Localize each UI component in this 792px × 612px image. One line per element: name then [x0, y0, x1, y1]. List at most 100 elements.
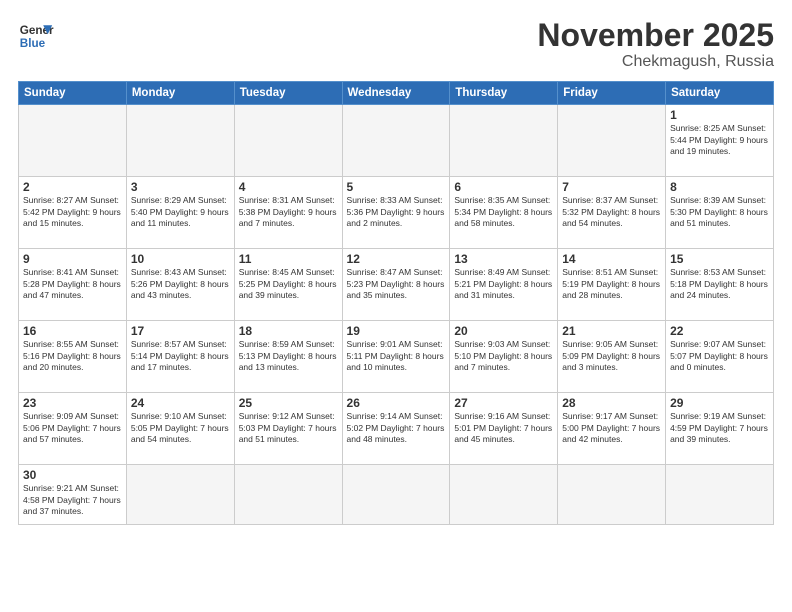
- calendar-row: 9Sunrise: 8:41 AM Sunset: 5:28 PM Daylig…: [19, 249, 774, 321]
- day-number: 3: [131, 180, 230, 194]
- day-number: 12: [347, 252, 446, 266]
- day-number: 25: [239, 396, 338, 410]
- table-row: 14Sunrise: 8:51 AM Sunset: 5:19 PM Dayli…: [558, 249, 666, 321]
- day-number: 1: [670, 108, 769, 122]
- calendar-row: 16Sunrise: 8:55 AM Sunset: 5:16 PM Dayli…: [19, 321, 774, 393]
- calendar: Sunday Monday Tuesday Wednesday Thursday…: [18, 81, 774, 525]
- header: General Blue November 2025 Chekmagush, R…: [18, 18, 774, 71]
- table-row: 16Sunrise: 8:55 AM Sunset: 5:16 PM Dayli…: [19, 321, 127, 393]
- day-info: Sunrise: 8:43 AM Sunset: 5:26 PM Dayligh…: [131, 267, 230, 301]
- location-title: Chekmagush, Russia: [537, 53, 774, 71]
- table-row: [450, 105, 558, 177]
- table-row: 8Sunrise: 8:39 AM Sunset: 5:30 PM Daylig…: [666, 177, 774, 249]
- table-row: 18Sunrise: 8:59 AM Sunset: 5:13 PM Dayli…: [234, 321, 342, 393]
- day-number: 23: [23, 396, 122, 410]
- day-number: 20: [454, 324, 553, 338]
- table-row: 9Sunrise: 8:41 AM Sunset: 5:28 PM Daylig…: [19, 249, 127, 321]
- table-row: 20Sunrise: 9:03 AM Sunset: 5:10 PM Dayli…: [450, 321, 558, 393]
- page: General Blue November 2025 Chekmagush, R…: [0, 0, 792, 612]
- day-number: 5: [347, 180, 446, 194]
- day-info: Sunrise: 9:19 AM Sunset: 4:59 PM Dayligh…: [670, 411, 769, 445]
- header-wednesday: Wednesday: [342, 82, 450, 105]
- table-row: 1Sunrise: 8:25 AM Sunset: 5:44 PM Daylig…: [666, 105, 774, 177]
- table-row: 5Sunrise: 8:33 AM Sunset: 5:36 PM Daylig…: [342, 177, 450, 249]
- day-info: Sunrise: 8:45 AM Sunset: 5:25 PM Dayligh…: [239, 267, 338, 301]
- table-row: 7Sunrise: 8:37 AM Sunset: 5:32 PM Daylig…: [558, 177, 666, 249]
- calendar-row: 1Sunrise: 8:25 AM Sunset: 5:44 PM Daylig…: [19, 105, 774, 177]
- table-row: 4Sunrise: 8:31 AM Sunset: 5:38 PM Daylig…: [234, 177, 342, 249]
- table-row: 28Sunrise: 9:17 AM Sunset: 5:00 PM Dayli…: [558, 393, 666, 465]
- day-number: 13: [454, 252, 553, 266]
- header-friday: Friday: [558, 82, 666, 105]
- day-info: Sunrise: 8:55 AM Sunset: 5:16 PM Dayligh…: [23, 339, 122, 373]
- day-info: Sunrise: 8:37 AM Sunset: 5:32 PM Dayligh…: [562, 195, 661, 229]
- header-monday: Monday: [126, 82, 234, 105]
- table-row: [342, 465, 450, 525]
- day-number: 7: [562, 180, 661, 194]
- table-row: [234, 105, 342, 177]
- table-row: 26Sunrise: 9:14 AM Sunset: 5:02 PM Dayli…: [342, 393, 450, 465]
- table-row: 25Sunrise: 9:12 AM Sunset: 5:03 PM Dayli…: [234, 393, 342, 465]
- table-row: [558, 465, 666, 525]
- day-number: 18: [239, 324, 338, 338]
- table-row: 2Sunrise: 8:27 AM Sunset: 5:42 PM Daylig…: [19, 177, 127, 249]
- table-row: [450, 465, 558, 525]
- day-info: Sunrise: 8:39 AM Sunset: 5:30 PM Dayligh…: [670, 195, 769, 229]
- day-number: 8: [670, 180, 769, 194]
- day-info: Sunrise: 8:33 AM Sunset: 5:36 PM Dayligh…: [347, 195, 446, 229]
- table-row: 21Sunrise: 9:05 AM Sunset: 5:09 PM Dayli…: [558, 321, 666, 393]
- day-info: Sunrise: 8:27 AM Sunset: 5:42 PM Dayligh…: [23, 195, 122, 229]
- table-row: [558, 105, 666, 177]
- day-number: 10: [131, 252, 230, 266]
- day-info: Sunrise: 8:49 AM Sunset: 5:21 PM Dayligh…: [454, 267, 553, 301]
- table-row: 13Sunrise: 8:49 AM Sunset: 5:21 PM Dayli…: [450, 249, 558, 321]
- day-number: 17: [131, 324, 230, 338]
- day-number: 11: [239, 252, 338, 266]
- day-info: Sunrise: 8:41 AM Sunset: 5:28 PM Dayligh…: [23, 267, 122, 301]
- table-row: [126, 105, 234, 177]
- day-info: Sunrise: 9:16 AM Sunset: 5:01 PM Dayligh…: [454, 411, 553, 445]
- svg-text:Blue: Blue: [20, 37, 46, 50]
- day-info: Sunrise: 8:35 AM Sunset: 5:34 PM Dayligh…: [454, 195, 553, 229]
- day-info: Sunrise: 9:05 AM Sunset: 5:09 PM Dayligh…: [562, 339, 661, 373]
- table-row: [234, 465, 342, 525]
- table-row: 30Sunrise: 9:21 AM Sunset: 4:58 PM Dayli…: [19, 465, 127, 525]
- calendar-row: 2Sunrise: 8:27 AM Sunset: 5:42 PM Daylig…: [19, 177, 774, 249]
- table-row: 11Sunrise: 8:45 AM Sunset: 5:25 PM Dayli…: [234, 249, 342, 321]
- day-number: 4: [239, 180, 338, 194]
- day-number: 28: [562, 396, 661, 410]
- day-number: 15: [670, 252, 769, 266]
- day-number: 19: [347, 324, 446, 338]
- table-row: 3Sunrise: 8:29 AM Sunset: 5:40 PM Daylig…: [126, 177, 234, 249]
- table-row: 17Sunrise: 8:57 AM Sunset: 5:14 PM Dayli…: [126, 321, 234, 393]
- table-row: 19Sunrise: 9:01 AM Sunset: 5:11 PM Dayli…: [342, 321, 450, 393]
- day-number: 21: [562, 324, 661, 338]
- day-number: 14: [562, 252, 661, 266]
- day-info: Sunrise: 9:14 AM Sunset: 5:02 PM Dayligh…: [347, 411, 446, 445]
- calendar-row: 30Sunrise: 9:21 AM Sunset: 4:58 PM Dayli…: [19, 465, 774, 525]
- day-number: 30: [23, 468, 122, 482]
- table-row: [666, 465, 774, 525]
- day-info: Sunrise: 8:29 AM Sunset: 5:40 PM Dayligh…: [131, 195, 230, 229]
- day-number: 26: [347, 396, 446, 410]
- logo: General Blue: [18, 18, 54, 54]
- header-tuesday: Tuesday: [234, 82, 342, 105]
- table-row: 6Sunrise: 8:35 AM Sunset: 5:34 PM Daylig…: [450, 177, 558, 249]
- day-info: Sunrise: 9:12 AM Sunset: 5:03 PM Dayligh…: [239, 411, 338, 445]
- day-info: Sunrise: 8:31 AM Sunset: 5:38 PM Dayligh…: [239, 195, 338, 229]
- day-number: 16: [23, 324, 122, 338]
- day-info: Sunrise: 8:47 AM Sunset: 5:23 PM Dayligh…: [347, 267, 446, 301]
- day-number: 27: [454, 396, 553, 410]
- title-block: November 2025 Chekmagush, Russia: [537, 18, 774, 71]
- table-row: [342, 105, 450, 177]
- table-row: 15Sunrise: 8:53 AM Sunset: 5:18 PM Dayli…: [666, 249, 774, 321]
- day-info: Sunrise: 8:59 AM Sunset: 5:13 PM Dayligh…: [239, 339, 338, 373]
- table-row: 29Sunrise: 9:19 AM Sunset: 4:59 PM Dayli…: [666, 393, 774, 465]
- table-row: 10Sunrise: 8:43 AM Sunset: 5:26 PM Dayli…: [126, 249, 234, 321]
- header-saturday: Saturday: [666, 82, 774, 105]
- day-info: Sunrise: 9:17 AM Sunset: 5:00 PM Dayligh…: [562, 411, 661, 445]
- day-info: Sunrise: 9:01 AM Sunset: 5:11 PM Dayligh…: [347, 339, 446, 373]
- day-info: Sunrise: 9:09 AM Sunset: 5:06 PM Dayligh…: [23, 411, 122, 445]
- day-number: 2: [23, 180, 122, 194]
- table-row: 24Sunrise: 9:10 AM Sunset: 5:05 PM Dayli…: [126, 393, 234, 465]
